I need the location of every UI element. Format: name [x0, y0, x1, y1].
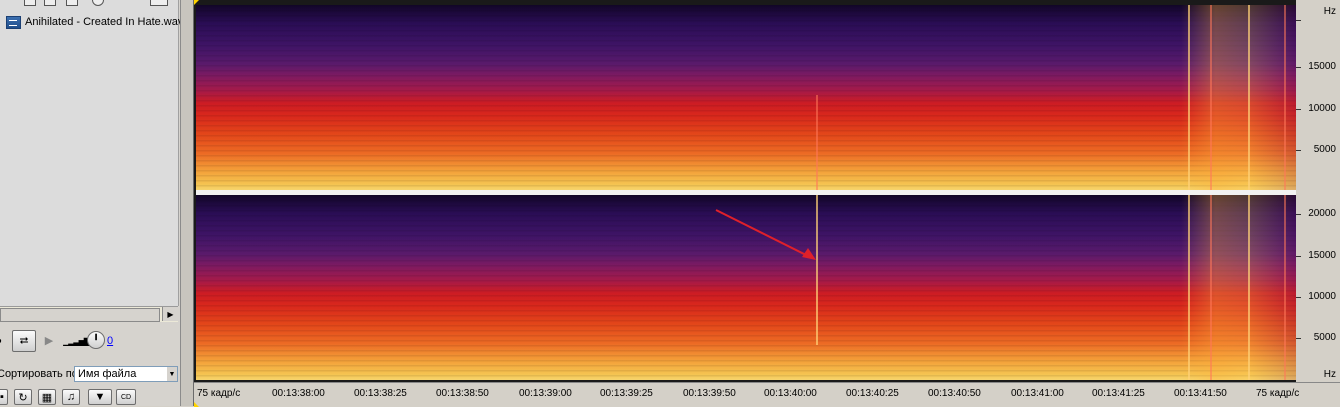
time-label: 00:13:39:00	[519, 388, 572, 399]
playhead-marker-bottom[interactable]	[194, 402, 199, 407]
cd-icon[interactable]: CD	[116, 389, 136, 405]
loop-button[interactable]: ⮂	[12, 330, 36, 352]
tick-mark	[1296, 297, 1301, 298]
time-label: 00:13:39:25	[600, 388, 653, 399]
wav-file-icon	[6, 15, 21, 29]
time-label: 00:13:41:00	[1011, 388, 1064, 399]
transient-line	[1210, 5, 1212, 190]
spectrogram-channel-left[interactable]	[196, 5, 1296, 190]
time-label: 00:13:38:25	[354, 388, 407, 399]
file-panel: Anihilated - Created In Hate.wav ▶ ◗ ⮂ ▶…	[0, 0, 183, 406]
time-label: 00:13:39:50	[683, 388, 736, 399]
freq-tick-label: 15000	[1308, 250, 1336, 261]
frame-rate-left: 75 кадр/с	[197, 388, 241, 399]
toolbar-icon[interactable]	[92, 0, 104, 6]
tick-mark	[1296, 150, 1301, 151]
annotation-arrow-shaft	[715, 209, 813, 259]
time-label: 00:13:38:00	[272, 388, 325, 399]
scrollbar-thumb[interactable]	[0, 308, 160, 322]
spectrogram-image	[196, 5, 1296, 190]
time-label: 00:13:40:00	[764, 388, 817, 399]
freq-tick-label: 20000	[1308, 208, 1336, 219]
spectral-view[interactable]: Hz 15000 10000 5000 20000 15000 10000 50…	[194, 0, 1340, 407]
play-icon[interactable]: ▶	[44, 332, 54, 348]
tick-mark	[1296, 109, 1301, 110]
tick-mark	[1296, 67, 1301, 68]
transient-line	[1188, 5, 1190, 190]
spectrogram-channel-right[interactable]	[196, 195, 1296, 380]
sort-label: Сортировать по:	[0, 368, 81, 380]
tick-mark	[1296, 20, 1301, 21]
tick-mark	[1296, 256, 1301, 257]
freq-tick-label: 5000	[1313, 332, 1336, 343]
close-icon[interactable]	[24, 0, 36, 6]
horizontal-scrollbar[interactable]: ▶	[0, 306, 178, 322]
sort-select[interactable]: Имя файла ▼	[74, 366, 178, 382]
tick-mark	[1296, 338, 1301, 339]
time-label: 00:13:41:50	[1174, 388, 1227, 399]
toolbar-icon[interactable]	[44, 0, 56, 6]
freq-tick-label: 15000	[1308, 61, 1336, 72]
volume-knob[interactable]: ╹	[87, 331, 105, 349]
transport-controls: ◗ ⮂ ▶ ▁▂▃▅▇ ╹ 0	[0, 330, 178, 354]
frame-rate-right: 75 кадр/с	[1256, 388, 1300, 399]
scroll-right-arrow-icon[interactable]: ▶	[162, 307, 178, 321]
freq-tick-label: 10000	[1308, 291, 1336, 302]
hz-unit-bottom: Hz	[1323, 369, 1336, 380]
annotation-arrow-head	[802, 248, 816, 260]
time-label: 00:13:38:50	[436, 388, 489, 399]
transient-line	[1248, 5, 1250, 190]
filter-icon[interactable]: ▼	[88, 389, 112, 405]
time-label: 00:13:40:25	[846, 388, 899, 399]
time-label: 00:13:40:50	[928, 388, 981, 399]
volume-bars-icon: ▁▂▃▅▇	[63, 336, 90, 346]
panel-splitter[interactable]	[180, 0, 194, 406]
tick-mark	[1296, 214, 1301, 215]
time-label: 00:13:41:25	[1092, 388, 1145, 399]
time-ruler[interactable]: 75 кадр/с 00:13:38:00 00:13:38:25 00:13:…	[194, 382, 1340, 407]
freq-tick-label: 5000	[1313, 144, 1336, 155]
file-list[interactable]: Anihilated - Created In Hate.wav	[0, 0, 183, 306]
sort-row: Сортировать по: Имя файла ▼	[0, 364, 180, 384]
toolbar-icon[interactable]	[150, 0, 168, 6]
file-name: Anihilated - Created In Hate.wav	[25, 16, 184, 28]
volume-value[interactable]: 0	[107, 335, 113, 347]
panel-toolbar-stub	[0, 0, 178, 8]
transient-line	[816, 95, 818, 190]
frequency-scale: Hz 15000 10000 5000 20000 15000 10000 50…	[1296, 0, 1340, 382]
speaker-icon[interactable]: ◗	[0, 332, 6, 350]
music-note-icon[interactable]: ♫	[62, 389, 80, 405]
film-icon[interactable]: ▦	[38, 389, 56, 405]
chevron-down-icon[interactable]: ▼	[167, 367, 177, 381]
annotation-arrow	[715, 209, 816, 260]
list-item[interactable]: Anihilated - Created In Hate.wav	[6, 15, 183, 29]
hz-unit-top: Hz	[1323, 6, 1336, 17]
tool-icon[interactable]: ▪	[0, 389, 8, 405]
refresh-icon[interactable]: ↻	[14, 389, 32, 405]
sort-select-value: Имя файла	[78, 368, 137, 380]
freq-tick-label: 10000	[1308, 103, 1336, 114]
toolbar-icon[interactable]	[66, 0, 78, 6]
transient-line	[1284, 5, 1286, 190]
